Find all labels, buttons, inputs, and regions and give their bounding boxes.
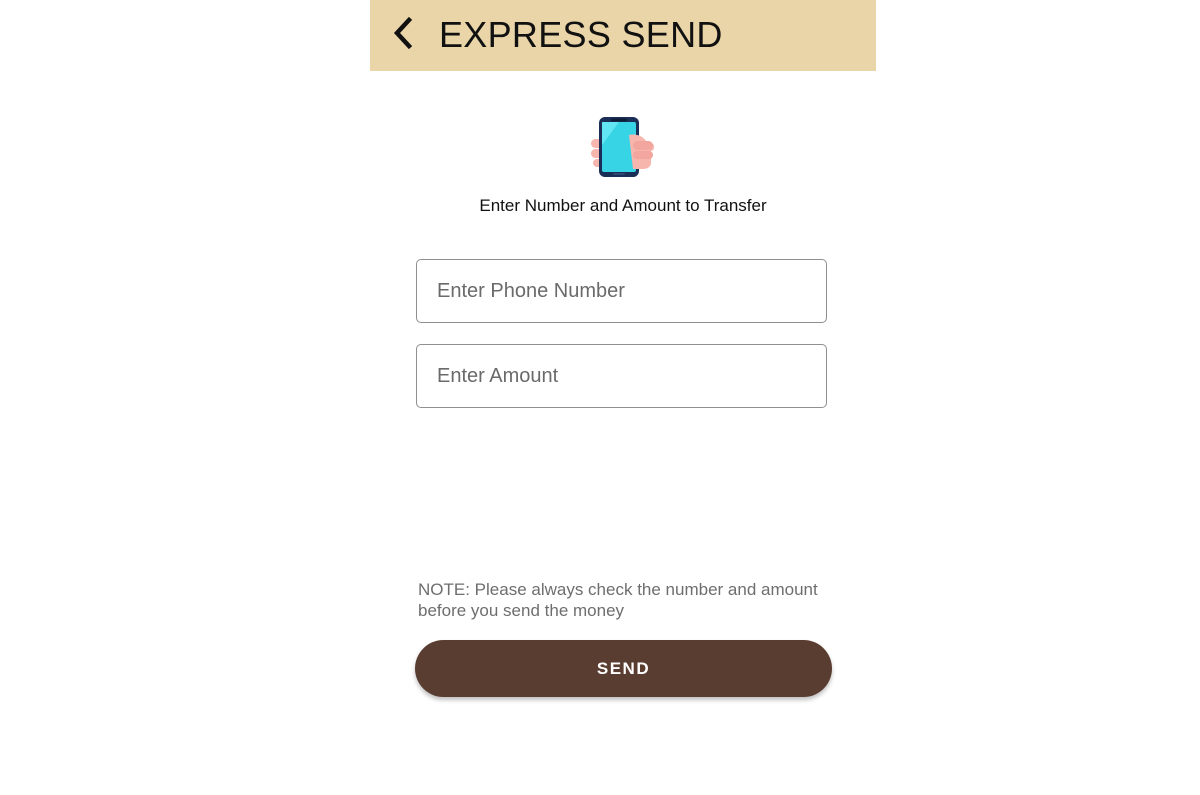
instruction-text: Enter Number and Amount to Transfer <box>479 196 767 215</box>
phone-number-input[interactable] <box>417 260 826 322</box>
chevron-left-icon[interactable] <box>390 14 418 52</box>
note-text: NOTE: Please always check the number and… <box>418 580 818 620</box>
page-title: EXPRESS SEND <box>439 14 723 55</box>
express-send-screen: EXPRESS SEND Enter Number and Amount to … <box>370 0 876 795</box>
send-button[interactable]: SEND <box>415 640 832 697</box>
phone-number-field[interactable] <box>416 259 827 323</box>
hand-holding-phone-icon <box>589 115 657 179</box>
amount-field[interactable] <box>416 344 827 408</box>
app-bar: EXPRESS SEND <box>370 0 876 71</box>
amount-input[interactable] <box>417 345 826 407</box>
